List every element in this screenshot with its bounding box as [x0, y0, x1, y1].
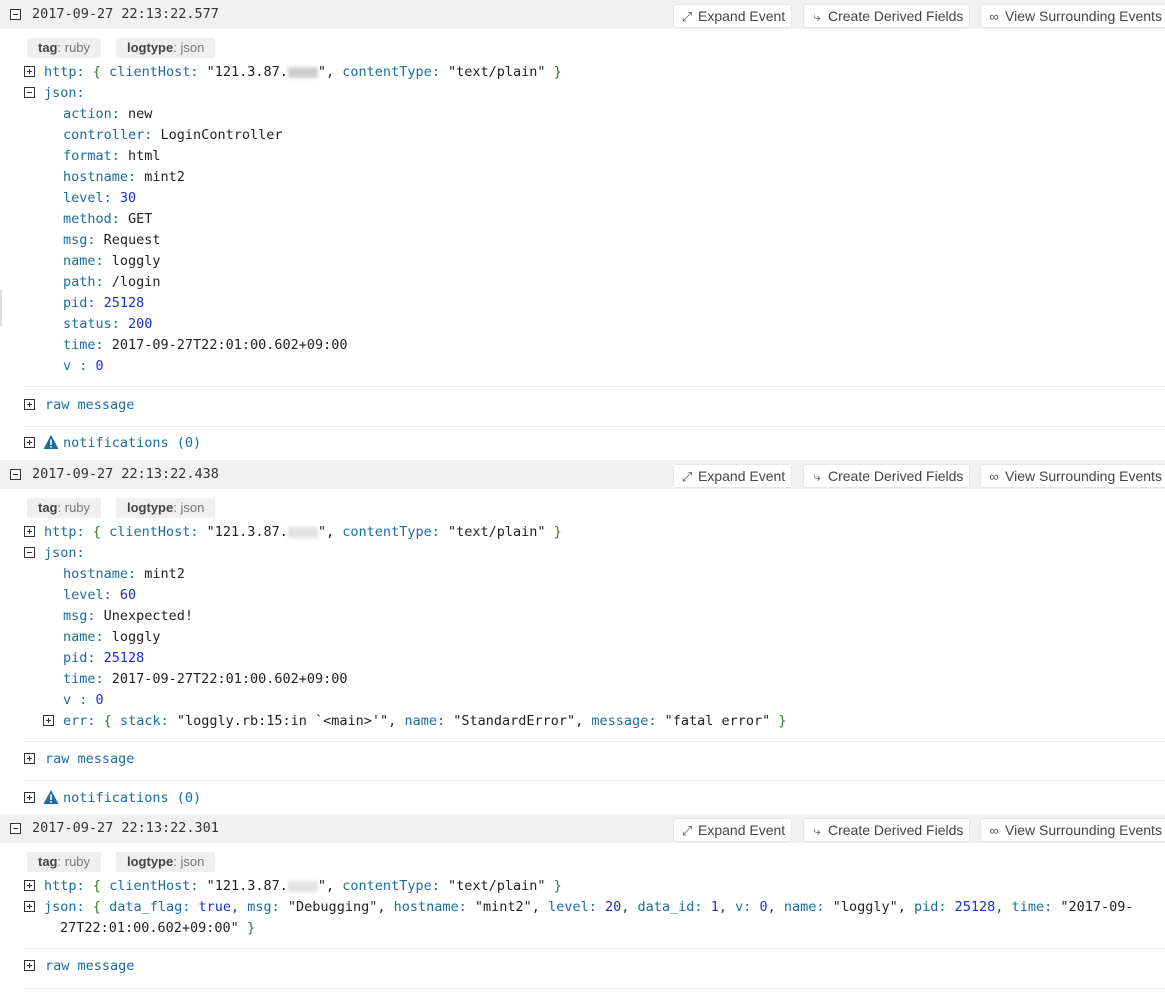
json-field-row: format: html	[63, 148, 161, 164]
view-surrounding-events-button[interactable]: ∞ View Surrounding Events	[980, 464, 1165, 488]
event-header: 2017-09-27 22:13:22.301 ⤢ Expand Event ⤷ C…	[0, 814, 1165, 843]
create-derived-fields-button[interactable]: ⤷ Create Derived Fields	[803, 464, 971, 488]
event-timestamp: 2017-09-27 22:13:22.438	[32, 466, 219, 482]
expand-event-button[interactable]: ⤢ Expand Event	[673, 4, 793, 28]
collapse-event-toggle[interactable]	[10, 9, 21, 20]
json-field-row: method: GET	[63, 211, 153, 227]
http-field: http: { clientHost: "121.3.87. ", content…	[44, 878, 562, 894]
collapse-event-toggle[interactable]	[10, 469, 21, 480]
json-field-row: path: /login	[63, 274, 161, 290]
expand-http-toggle[interactable]	[24, 880, 35, 891]
json-field-row: name: loggly	[63, 629, 161, 645]
tag-badge[interactable]: tag: ruby	[27, 498, 102, 518]
collapse-event-toggle[interactable]	[10, 823, 21, 834]
event-timestamp: 2017-09-27 22:13:22.301	[32, 820, 219, 836]
json-field-row: hostname: mint2	[63, 169, 185, 185]
derive-icon: ⤷	[813, 9, 821, 24]
event-header: 2017-09-27 22:13:22.577 ⤢ Expand Event ⤷ C…	[0, 0, 1165, 29]
create-derived-fields-button[interactable]: ⤷ Create Derived Fields	[803, 4, 971, 28]
json-label: json:	[44, 545, 85, 561]
divider	[24, 988, 1165, 989]
json-field-row: status: 200	[63, 316, 153, 332]
json-field-row: level: 60	[63, 587, 137, 603]
view-surrounding-events-button[interactable]: ∞ View Surrounding Events	[980, 818, 1165, 842]
expand-icon: ⤢	[681, 823, 693, 838]
raw-message-link[interactable]: raw message	[45, 958, 134, 974]
binoculars-icon: ∞	[989, 823, 999, 838]
derive-icon: ⤷	[813, 469, 821, 484]
json-field-row: v : 0	[63, 692, 104, 708]
expand-raw-toggle[interactable]	[24, 960, 35, 971]
json-field-row: name: loggly	[63, 253, 161, 269]
expand-notifications-toggle[interactable]	[24, 792, 35, 803]
raw-message-link[interactable]: raw message	[45, 397, 134, 413]
collapse-json-toggle[interactable]	[24, 87, 35, 98]
warning-icon	[43, 435, 59, 449]
create-derived-fields-button[interactable]: ⤷ Create Derived Fields	[803, 818, 971, 842]
json-label: json:	[44, 85, 85, 101]
notifications-link[interactable]: notifications (0)	[63, 435, 201, 451]
redacted-ip	[287, 66, 318, 78]
binoculars-icon: ∞	[989, 9, 999, 24]
tag-badge[interactable]: tag: ruby	[27, 38, 102, 58]
divider	[24, 741, 1165, 742]
divider	[24, 948, 1165, 949]
json-inline-continuation: 27T22:01:00.602+09:00" }	[60, 920, 256, 936]
binoculars-icon: ∞	[989, 469, 999, 484]
json-field-row: level: 30	[63, 190, 137, 206]
warning-icon	[43, 790, 59, 804]
expand-event-button[interactable]: ⤢ Expand Event	[673, 464, 793, 488]
json-inline: json: { data_flag: true, msg: "Debugging…	[44, 899, 1134, 915]
json-field-row: msg: Request	[63, 232, 161, 248]
json-field-row: action: new	[63, 106, 153, 122]
event-timestamp: 2017-09-27 22:13:22.577	[32, 6, 219, 22]
divider	[24, 386, 1165, 387]
expand-raw-toggle[interactable]	[24, 753, 35, 764]
raw-message-link[interactable]: raw message	[45, 751, 134, 767]
expand-json-toggle[interactable]	[24, 901, 35, 912]
expand-raw-toggle[interactable]	[24, 399, 35, 410]
tag-badge[interactable]: tag: ruby	[27, 852, 102, 872]
json-field-row: time: 2017-09-27T22:01:00.602+09:00	[63, 671, 348, 687]
redacted-ip	[287, 526, 318, 538]
expand-event-button[interactable]: ⤢ Expand Event	[673, 818, 793, 842]
http-field: http: { clientHost: "121.3.87. ", content…	[44, 64, 562, 80]
expand-icon: ⤢	[681, 9, 693, 24]
json-field-row: v : 0	[63, 358, 104, 374]
err-field: err: { stack: "loggly.rb:15:in `<main>'"…	[63, 713, 787, 729]
expand-http-toggle[interactable]	[24, 66, 35, 77]
json-field-row: hostname: mint2	[63, 566, 185, 582]
expand-notifications-toggle[interactable]	[24, 437, 35, 448]
expand-http-toggle[interactable]	[24, 526, 35, 537]
logtype-badge[interactable]: logtype: json	[116, 498, 216, 518]
divider	[24, 780, 1165, 781]
divider	[24, 426, 1165, 427]
expand-err-toggle[interactable]	[43, 715, 54, 726]
expand-icon: ⤢	[681, 469, 693, 484]
derive-icon: ⤷	[813, 823, 821, 838]
view-surrounding-events-button[interactable]: ∞ View Surrounding Events	[980, 4, 1165, 28]
event-header: 2017-09-27 22:13:22.438 ⤢ Expand Event ⤷ C…	[0, 460, 1165, 489]
logtype-badge[interactable]: logtype: json	[116, 38, 216, 58]
notifications-link[interactable]: notifications (0)	[63, 790, 201, 806]
json-field-row: time: 2017-09-27T22:01:00.602+09:00	[63, 337, 348, 353]
json-field-row: pid: 25128	[63, 650, 145, 666]
logtype-badge[interactable]: logtype: json	[116, 852, 216, 872]
collapse-json-toggle[interactable]	[24, 547, 35, 558]
redacted-ip	[287, 880, 318, 892]
json-field-row: pid: 25128	[63, 295, 145, 311]
json-field-row: msg: Unexpected!	[63, 608, 194, 624]
json-field-row: controller: LoginController	[63, 127, 283, 143]
http-field: http: { clientHost: "121.3.87. ", content…	[44, 524, 562, 540]
scroll-edge	[0, 290, 2, 326]
